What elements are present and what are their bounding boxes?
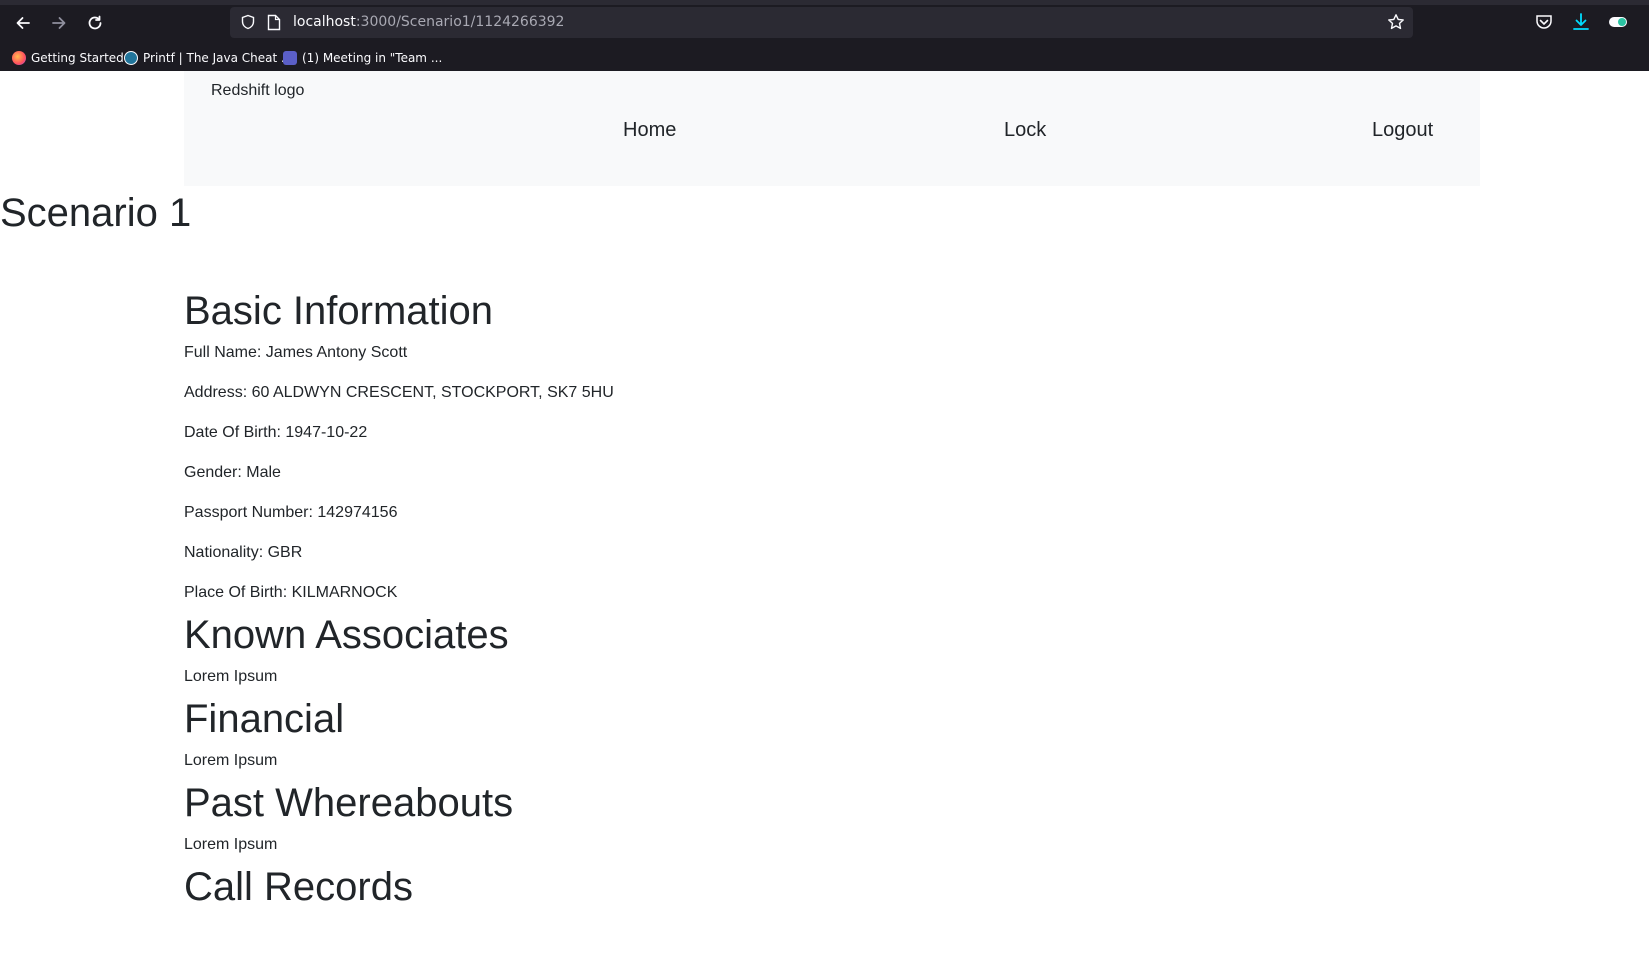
bookmark-label: Printf | The Java Cheat ... [143, 51, 293, 65]
wordpress-icon [124, 51, 138, 65]
section-title: Known Associates [184, 613, 509, 657]
teams-icon [283, 51, 297, 65]
basic-information-section: Basic Information Full Name: James Anton… [184, 287, 984, 605]
url-text[interactable]: localhost:3000/Scenario1/1124266392 [293, 14, 564, 30]
page-info-icon[interactable] [267, 14, 281, 31]
main-content: Basic Information Full Name: James Anton… [184, 287, 984, 917]
tracking-shield-icon[interactable] [240, 14, 256, 30]
bookmark-getting-started[interactable]: Getting Started [12, 48, 124, 68]
past-whereabouts-section: Past Whereabouts Lorem Ipsum [184, 779, 984, 857]
section-text: Lorem Ipsum [184, 668, 278, 685]
forward-arrow-icon [52, 17, 66, 29]
date-of-birth-field: Date Of Birth: 1947-10-22 [184, 424, 368, 441]
nav-home-link[interactable]: Home [623, 119, 676, 142]
full-name-field: Full Name: James Antony Scott [184, 344, 408, 361]
browser-chrome: localhost:3000/Scenario1/1124266392 Gett… [0, 0, 1649, 71]
url-path: :3000/Scenario1/1124266392 [355, 14, 565, 30]
address-bar[interactable]: localhost:3000/Scenario1/1124266392 [230, 7, 1413, 38]
bookmark-teams-meeting[interactable]: (1) Meeting in "Team ... [283, 48, 442, 68]
section-text: Lorem Ipsum [184, 752, 278, 769]
section-text: Lorem Ipsum [184, 836, 278, 853]
nationality-field: Nationality: GBR [184, 544, 303, 561]
brand-logo[interactable]: Redshift logo [211, 82, 304, 100]
firefox-icon [12, 51, 26, 65]
passport-number-field: Passport Number: 142974156 [184, 504, 398, 521]
pocket-icon[interactable] [1534, 12, 1554, 32]
address-field: Address: 60 ALDWYN CRESCENT, STOCKPORT, … [184, 384, 614, 401]
back-button[interactable] [10, 10, 36, 36]
section-title: Past Whereabouts [184, 781, 514, 825]
reload-icon [88, 15, 102, 30]
place-of-birth-field: Place Of Birth: KILMARNOCK [184, 584, 398, 601]
forward-button[interactable] [46, 10, 72, 36]
known-associates-section: Known Associates Lorem Ipsum [184, 611, 984, 689]
nav-lock-link[interactable]: Lock [1004, 119, 1046, 142]
navbar: Redshift logo Home Lock Logout [184, 71, 1480, 186]
bookmark-star-icon[interactable] [1387, 13, 1405, 31]
download-icon[interactable] [1571, 12, 1591, 32]
bookmark-label: (1) Meeting in "Team ... [302, 51, 443, 65]
back-arrow-icon [16, 17, 30, 29]
bookmark-label: Getting Started [31, 51, 124, 65]
call-records-section: Call Records [184, 863, 984, 911]
section-title: Financial [184, 697, 345, 741]
section-title: Basic Information [184, 289, 494, 333]
nav-logout-link[interactable]: Logout [1372, 119, 1433, 142]
extension-toggle-icon[interactable] [1608, 12, 1628, 32]
page-title: Scenario 1 [0, 191, 192, 235]
url-host: localhost [293, 14, 356, 30]
section-title: Call Records [184, 865, 413, 909]
financial-section: Financial Lorem Ipsum [184, 695, 984, 773]
tab-strip [0, 0, 1649, 5]
bookmark-printf[interactable]: Printf | The Java Cheat ... [124, 48, 292, 68]
bookmarks-toolbar: Getting Started Printf | The Java Cheat … [0, 44, 1649, 71]
gender-field: Gender: Male [184, 464, 281, 481]
page: Redshift logo Home Lock Logout Scenario … [0, 71, 1649, 962]
reload-button[interactable] [82, 10, 108, 36]
